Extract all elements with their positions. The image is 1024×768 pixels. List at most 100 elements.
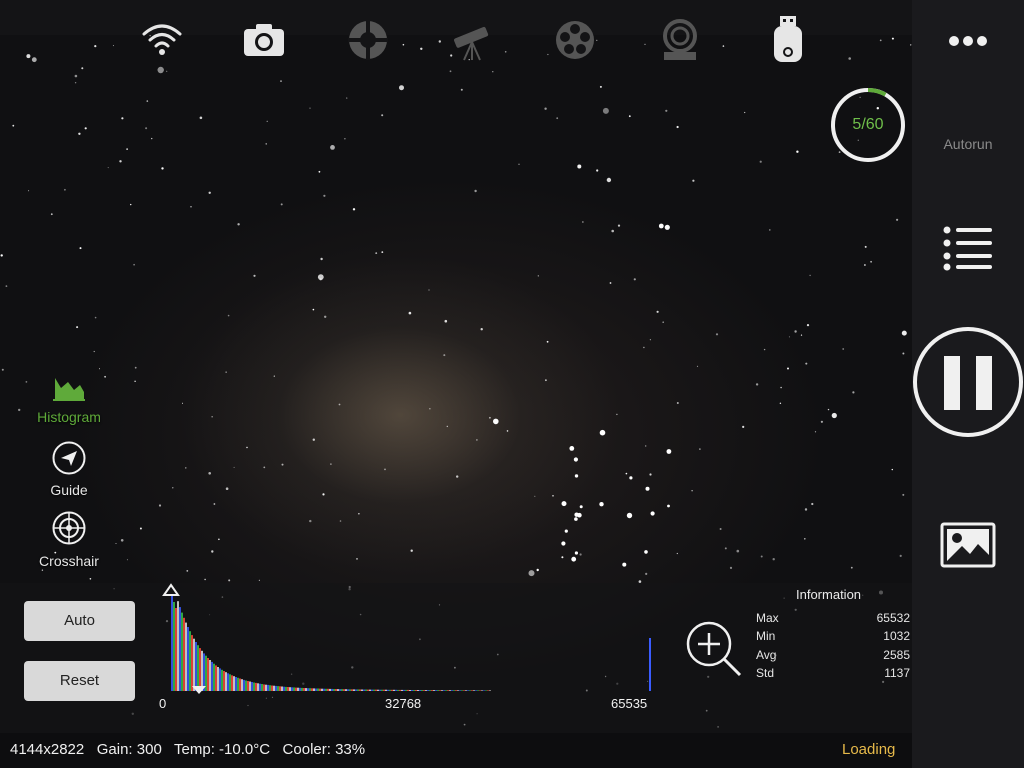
star [76, 326, 79, 329]
star [151, 137, 153, 140]
capture-counter[interactable]: 5/60 [830, 87, 906, 163]
tool-crosshair[interactable]: Crosshair [29, 510, 109, 569]
histogram-bin [207, 658, 209, 691]
star [112, 45, 114, 47]
histogram-chart[interactable] [160, 583, 660, 698]
white-point-handle[interactable] [162, 583, 180, 596]
star [879, 39, 882, 42]
histogram-bin [413, 690, 415, 691]
tool-label: Crosshair [39, 553, 99, 569]
star [25, 381, 28, 383]
star [185, 467, 187, 469]
histogram-bin [439, 690, 441, 691]
tool-histogram[interactable]: Histogram [29, 374, 109, 425]
histogram-bin [411, 690, 413, 691]
star [93, 350, 95, 353]
star [759, 160, 762, 163]
list-icon[interactable] [942, 225, 994, 271]
star [901, 330, 907, 336]
star [769, 229, 771, 231]
histogram-bin [455, 690, 457, 691]
histogram-bin [437, 690, 439, 691]
histogram-bin [419, 690, 421, 691]
histogram-bin [475, 690, 477, 691]
histogram-bin [211, 661, 213, 691]
histogram-bin [307, 688, 309, 691]
star [755, 383, 759, 386]
usb-drive-icon[interactable] [766, 16, 810, 64]
star [107, 167, 109, 169]
filter-wheel-icon[interactable] [553, 16, 597, 64]
star [121, 117, 124, 120]
histogram-bin [261, 684, 263, 691]
star [78, 132, 81, 135]
histogram-bin [231, 675, 233, 691]
star [622, 562, 627, 567]
histogram-bin [183, 617, 185, 691]
star [645, 572, 648, 576]
star [253, 274, 256, 277]
reset-button[interactable]: Reset [24, 661, 135, 701]
info-value: 1032 [883, 629, 910, 643]
wifi-icon[interactable] [140, 16, 184, 64]
telescope-icon[interactable] [450, 16, 494, 64]
star [626, 512, 633, 519]
star [456, 475, 459, 478]
star [643, 346, 645, 349]
histogram-bin [337, 689, 339, 691]
star [546, 340, 549, 343]
star [265, 143, 267, 145]
star [480, 328, 483, 331]
star [628, 115, 631, 118]
star [161, 167, 164, 170]
histogram-bin [321, 688, 323, 691]
axis-max-label: 65535 [611, 696, 648, 711]
histogram-bin [297, 687, 299, 691]
star [896, 218, 899, 221]
star [190, 206, 192, 208]
zoom-in-button[interactable] [685, 620, 743, 678]
star [569, 446, 575, 451]
pause-button[interactable] [912, 326, 1024, 438]
info-key: Std [756, 666, 775, 680]
star [94, 45, 97, 48]
histogram-bin [319, 688, 321, 691]
star [864, 264, 866, 266]
histogram-bin [391, 689, 393, 691]
more-icon[interactable] [946, 28, 990, 54]
auto-button[interactable]: Auto [24, 601, 135, 641]
star [644, 43, 646, 45]
star [891, 468, 893, 471]
star [742, 425, 745, 428]
histogram-bin [283, 686, 285, 691]
image-gallery-icon[interactable] [940, 522, 996, 570]
star [552, 495, 554, 497]
rotator-icon[interactable] [658, 16, 702, 64]
star [617, 224, 621, 227]
focuser-icon[interactable] [346, 16, 390, 64]
star [902, 493, 905, 496]
star [126, 559, 128, 561]
star [579, 553, 582, 556]
star [667, 504, 670, 508]
star [443, 354, 446, 357]
histogram-bin [199, 648, 201, 691]
star [263, 466, 266, 469]
histogram-bin [387, 689, 389, 691]
star [317, 274, 324, 280]
histogram-bin [327, 688, 329, 691]
histogram-bin [329, 688, 331, 691]
histogram-bin [331, 688, 333, 691]
camera-icon[interactable] [242, 16, 286, 64]
star [528, 570, 535, 577]
star [831, 412, 837, 419]
star [760, 555, 763, 558]
star [375, 252, 378, 255]
star [429, 408, 431, 410]
histogram-bin [487, 690, 489, 691]
star [339, 520, 342, 522]
star [208, 191, 211, 194]
histogram-bin [287, 687, 289, 691]
star [561, 541, 566, 546]
tool-guide[interactable]: Guide [29, 441, 109, 498]
